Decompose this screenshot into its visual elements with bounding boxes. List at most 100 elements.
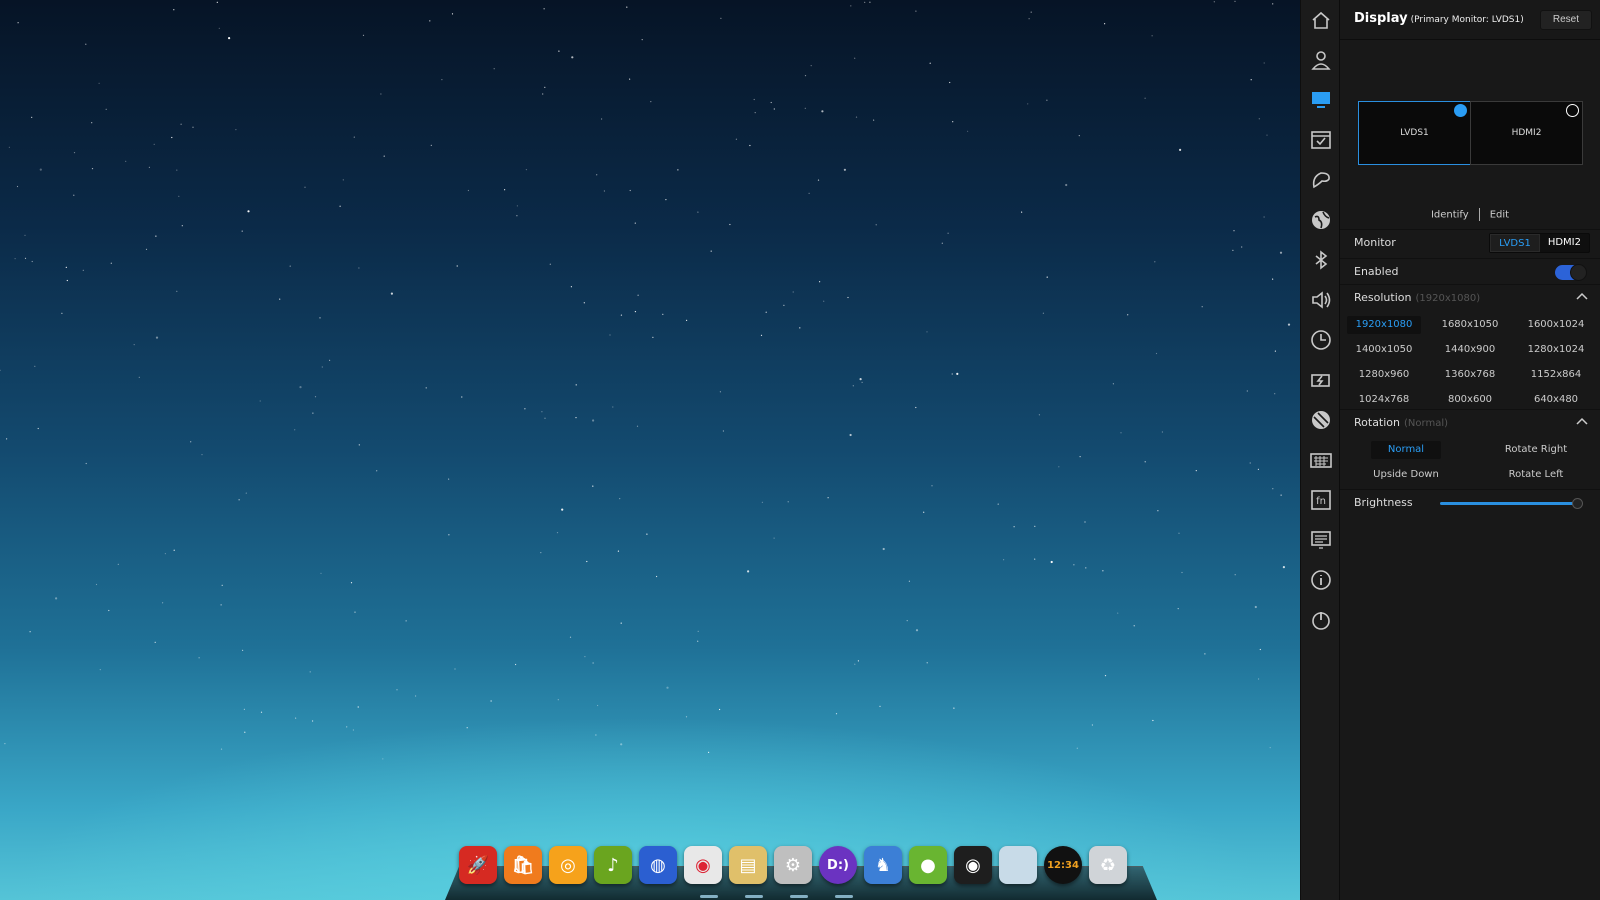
resolution-header[interactable]: Resolution (1920x1080) bbox=[1340, 284, 1600, 310]
monitor-option-lvds1[interactable]: LVDS1 bbox=[1490, 234, 1540, 252]
rotation-label: Rotation (Normal) bbox=[1354, 416, 1448, 429]
resolution-option[interactable]: 800x600 bbox=[1433, 391, 1507, 409]
resolution-option[interactable]: 1152x864 bbox=[1519, 366, 1593, 384]
monitor-switcher: LVDS1 HDMI2 bbox=[1489, 233, 1590, 253]
identify-button[interactable]: Identify bbox=[1431, 210, 1469, 221]
trash-icon[interactable]: ♻ bbox=[1089, 846, 1127, 884]
power-icon-glyph bbox=[1311, 374, 1330, 387]
rotation-option[interactable]: Upside Down bbox=[1371, 466, 1441, 484]
settings-icon[interactable]: ⚙ bbox=[774, 846, 812, 884]
enabled-row: Enabled bbox=[1340, 258, 1600, 284]
monitor-row: Monitor LVDS1 HDMI2 bbox=[1340, 229, 1600, 255]
resolution-option[interactable]: 1920x1080 bbox=[1347, 316, 1421, 334]
desktop-wallpaper: 🚀 🛍 ◎ ♪ ◍ ◉ ▤ ⚙ D:) ♞ ● ◉ 12:34 ♻ bbox=[0, 0, 1300, 900]
rotation-current: (Normal) bbox=[1404, 418, 1448, 429]
resolution-option[interactable]: 1440x900 bbox=[1433, 341, 1507, 359]
default-apps-icon[interactable] bbox=[1310, 129, 1332, 151]
chevron-up-icon[interactable] bbox=[1576, 416, 1588, 428]
brightness-slider[interactable] bbox=[1440, 502, 1573, 505]
resolution-option[interactable]: 640x480 bbox=[1519, 391, 1593, 409]
chevron-up-icon[interactable] bbox=[1576, 291, 1588, 303]
keyboard-icon[interactable] bbox=[1310, 449, 1332, 471]
monitor-preview-label: HDMI2 bbox=[1511, 128, 1542, 138]
resolution-option[interactable]: 1600x1024 bbox=[1519, 316, 1593, 334]
resolution-label: Resolution (1920x1080) bbox=[1354, 291, 1480, 304]
enabled-toggle[interactable] bbox=[1555, 264, 1587, 281]
system-info-display-icon[interactable] bbox=[1310, 529, 1332, 551]
mouse-touchpad-icon[interactable] bbox=[1310, 409, 1332, 431]
store-icon[interactable]: 🛍 bbox=[504, 846, 542, 884]
network-icon-glyph bbox=[1312, 211, 1330, 229]
resolution-option[interactable]: 1680x1050 bbox=[1433, 316, 1507, 334]
rotation-header[interactable]: Rotation (Normal) bbox=[1340, 409, 1600, 435]
home-icon[interactable] bbox=[1310, 9, 1332, 31]
rotation-option[interactable]: Normal bbox=[1371, 441, 1441, 459]
enabled-label: Enabled bbox=[1354, 265, 1399, 278]
svg-text:fn: fn bbox=[1316, 496, 1326, 507]
file-manager-icon[interactable]: ▤ bbox=[729, 846, 767, 884]
shutdown-icon-glyph bbox=[1312, 612, 1330, 630]
camera-icon[interactable]: ◉ bbox=[954, 846, 992, 884]
system-info-display-icon-glyph bbox=[1311, 531, 1331, 549]
page-title-text: Display bbox=[1354, 11, 1408, 26]
home-icon-glyph bbox=[1312, 11, 1330, 29]
resolution-option[interactable]: 1280x1024 bbox=[1519, 341, 1593, 359]
clock-icon[interactable]: 12:34 bbox=[1044, 846, 1082, 884]
page-title: Display (Primary Monitor: LVDS1) bbox=[1354, 11, 1524, 26]
android-app-icon[interactable]: ● bbox=[909, 846, 947, 884]
monitor-preview-label: LVDS1 bbox=[1400, 128, 1429, 138]
bluetooth-icon[interactable] bbox=[1310, 249, 1332, 271]
resolution-option[interactable]: 1360x768 bbox=[1433, 366, 1507, 384]
resolution-option[interactable]: 1024x768 bbox=[1347, 391, 1421, 409]
chrome-icon[interactable]: ◉ bbox=[684, 846, 722, 884]
sound-icon[interactable] bbox=[1310, 289, 1332, 311]
resolution-title: Resolution bbox=[1354, 291, 1412, 304]
system-info-icon[interactable] bbox=[1310, 569, 1332, 591]
brightness-slider-handle[interactable] bbox=[1572, 498, 1583, 509]
personalization-icon-glyph bbox=[1312, 172, 1330, 189]
starfield bbox=[0, 0, 1291, 760]
panel-header: Display (Primary Monitor: LVDS1) Reset bbox=[1340, 0, 1600, 40]
blank-app-icon[interactable] bbox=[999, 846, 1037, 884]
keyboard-icon-glyph bbox=[1310, 453, 1332, 468]
edit-button[interactable]: Edit bbox=[1490, 210, 1509, 221]
running-indicator bbox=[790, 895, 808, 898]
display-icon-glyph bbox=[1312, 92, 1330, 108]
shortcuts-icon-glyph: fn bbox=[1311, 490, 1331, 510]
page-subtitle: (Primary Monitor: LVDS1) bbox=[1410, 15, 1524, 25]
launcher-icon[interactable]: 🚀 bbox=[459, 846, 497, 884]
resolution-current: (1920x1080) bbox=[1415, 293, 1481, 304]
reset-button[interactable]: Reset bbox=[1539, 10, 1592, 30]
running-indicator bbox=[835, 895, 853, 898]
shutdown-icon[interactable] bbox=[1310, 609, 1332, 631]
toggle-knob bbox=[1570, 264, 1587, 281]
resolution-option[interactable]: 1400x1050 bbox=[1347, 341, 1421, 359]
rotation-title: Rotation bbox=[1354, 416, 1401, 429]
dock: 🚀 🛍 ◎ ♪ ◍ ◉ ▤ ⚙ D:) ♞ ● ◉ 12:34 ♻ bbox=[445, 842, 1157, 900]
account-icon[interactable] bbox=[1310, 49, 1332, 71]
brightness-row: Brightness bbox=[1340, 489, 1600, 516]
sound-icon-glyph bbox=[1312, 291, 1331, 309]
media-player-icon[interactable]: D:) bbox=[819, 846, 857, 884]
brightness-label: Brightness bbox=[1354, 496, 1413, 509]
resolution-option[interactable]: 1280x960 bbox=[1347, 366, 1421, 384]
set-primary-radio-icon[interactable] bbox=[1566, 104, 1579, 117]
default-apps-icon-glyph bbox=[1311, 131, 1331, 149]
monitor-preview-hdmi2[interactable]: HDMI2 bbox=[1470, 101, 1583, 165]
rotation-option[interactable]: Rotate Right bbox=[1501, 441, 1571, 459]
date-time-icon[interactable] bbox=[1310, 329, 1332, 351]
resolution-options: 1920x1080 1680x1050 1600x1024 1400x1050 1440… bbox=[1340, 316, 1600, 409]
power-icon[interactable] bbox=[1310, 369, 1332, 391]
personalization-icon[interactable] bbox=[1310, 169, 1332, 191]
shortcuts-icon[interactable]: fn bbox=[1310, 489, 1332, 511]
primary-indicator-icon[interactable] bbox=[1454, 104, 1467, 117]
network-icon[interactable] bbox=[1310, 209, 1332, 231]
games-icon[interactable]: ♞ bbox=[864, 846, 902, 884]
music-player-icon[interactable]: ◎ bbox=[549, 846, 587, 884]
monitor-preview-lvds1[interactable]: LVDS1 bbox=[1358, 101, 1471, 165]
music-icon[interactable]: ♪ bbox=[594, 846, 632, 884]
browser-icon[interactable]: ◍ bbox=[639, 846, 677, 884]
rotation-option[interactable]: Rotate Left bbox=[1501, 466, 1571, 484]
monitor-option-hdmi2[interactable]: HDMI2 bbox=[1540, 234, 1589, 252]
display-icon[interactable] bbox=[1310, 89, 1332, 111]
